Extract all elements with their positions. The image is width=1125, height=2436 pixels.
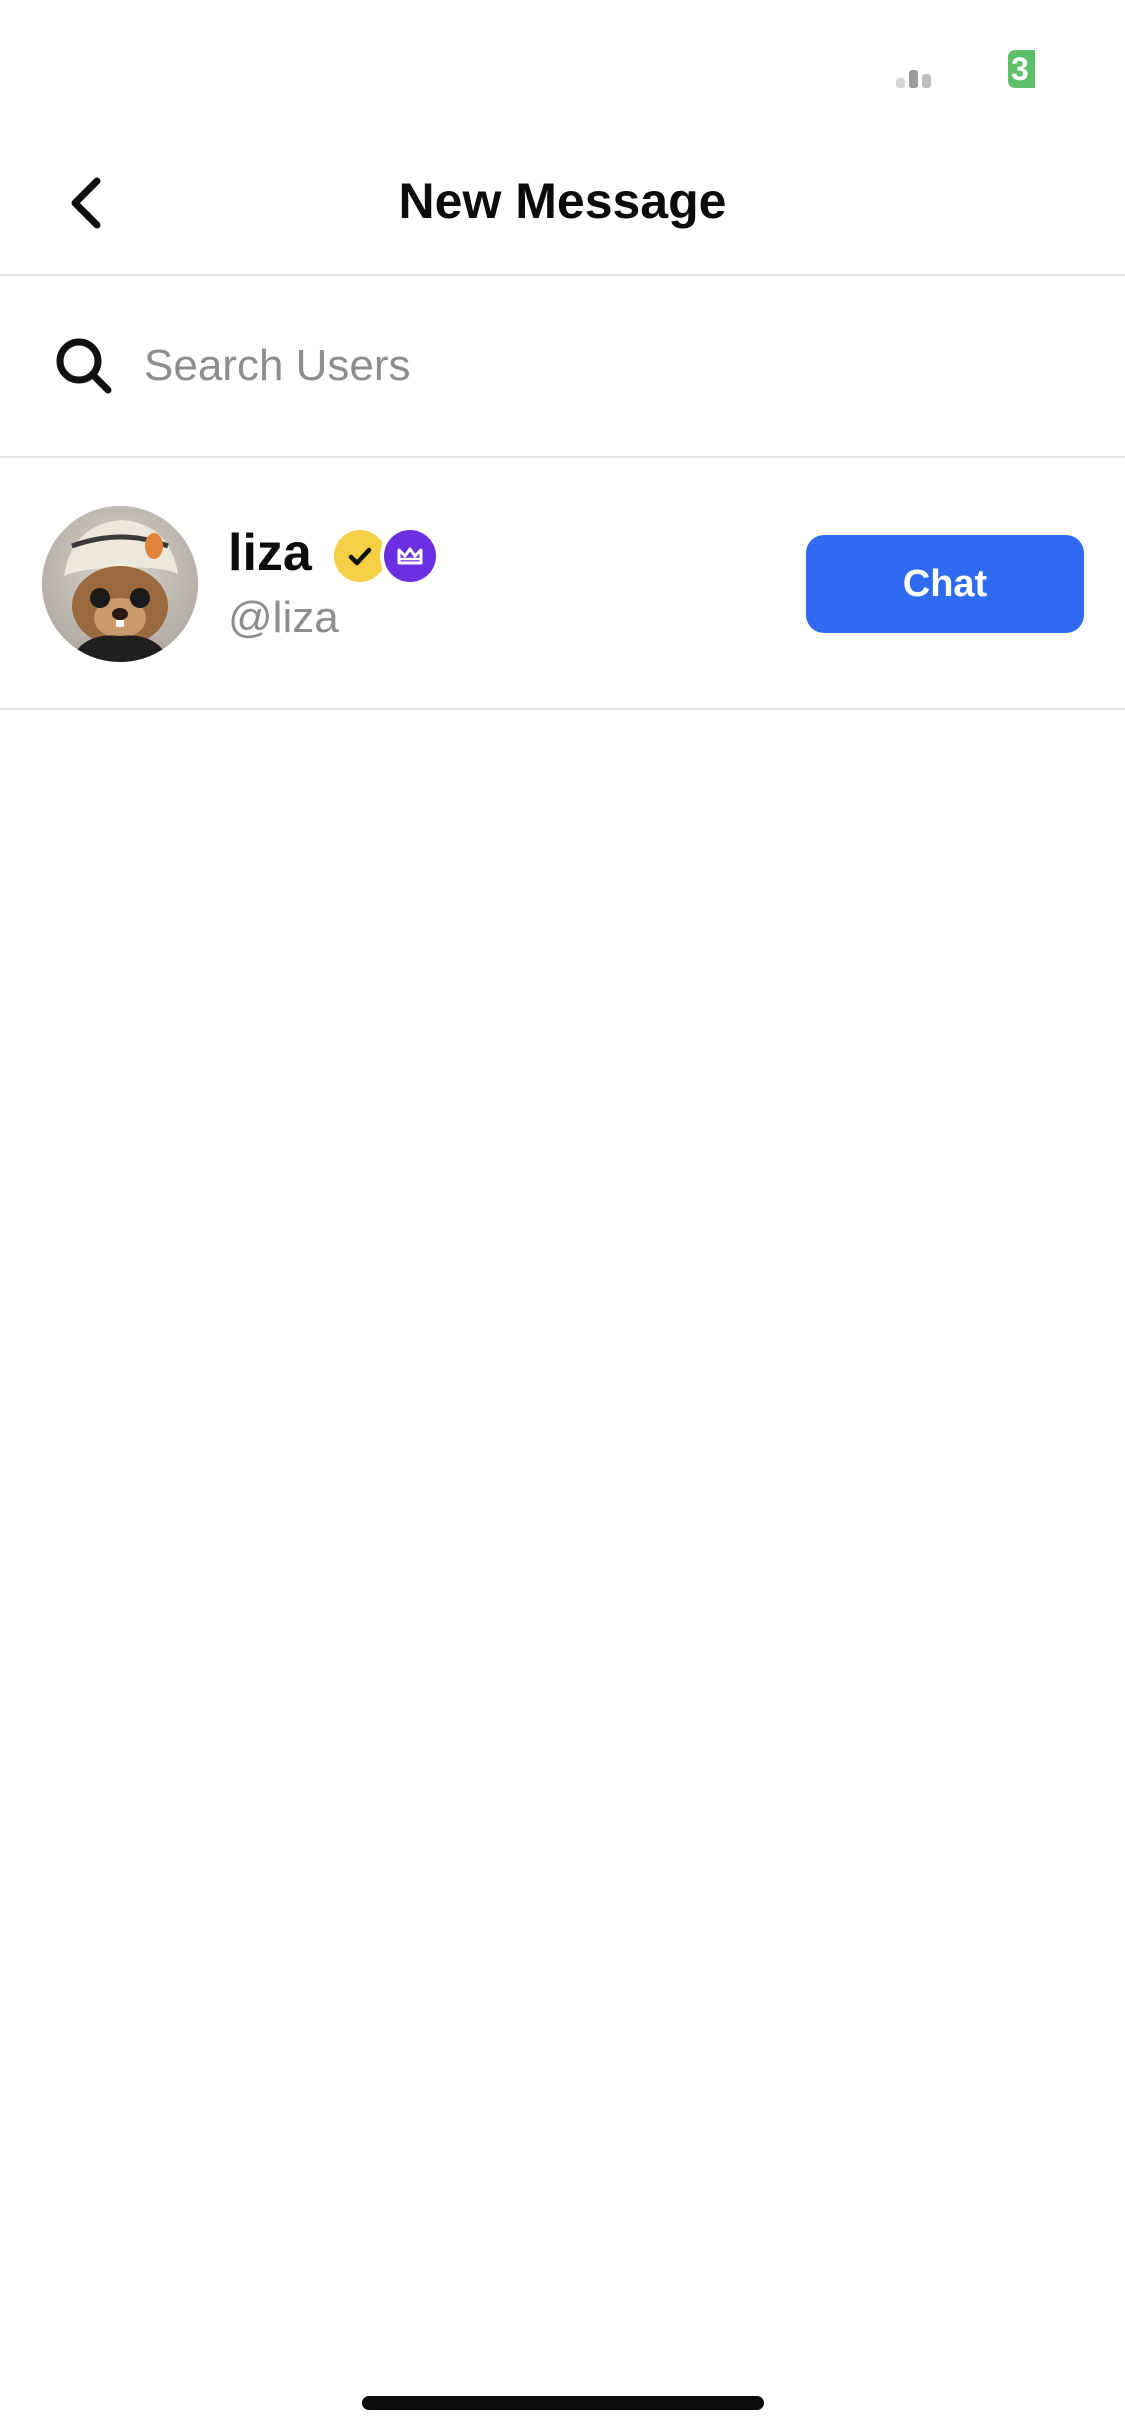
signal-bars-icon	[896, 66, 936, 88]
avatar-image	[42, 506, 198, 662]
user-display-name: liza	[228, 524, 312, 582]
battery-level: 3	[1011, 51, 1029, 87]
verified-badge	[334, 530, 386, 582]
user-list-item[interactable]: liza @liza Chat	[0, 460, 1125, 710]
home-indicator[interactable]	[362, 2396, 764, 2410]
verified-check-icon	[348, 547, 372, 566]
battery-indicator: 3	[1008, 50, 1035, 88]
status-bar: 3	[0, 0, 1125, 140]
chat-button[interactable]: Chat	[806, 535, 1084, 633]
user-handle: @liza	[228, 593, 339, 642]
crown-icon	[397, 547, 423, 565]
page-title: New Message	[398, 173, 727, 229]
navigation-bar: New Message	[0, 140, 1125, 276]
search-bar	[0, 278, 1125, 458]
premium-badge	[384, 530, 436, 582]
search-input[interactable]	[144, 330, 1044, 402]
search-icon	[56, 338, 112, 394]
avatar[interactable]	[42, 506, 198, 662]
